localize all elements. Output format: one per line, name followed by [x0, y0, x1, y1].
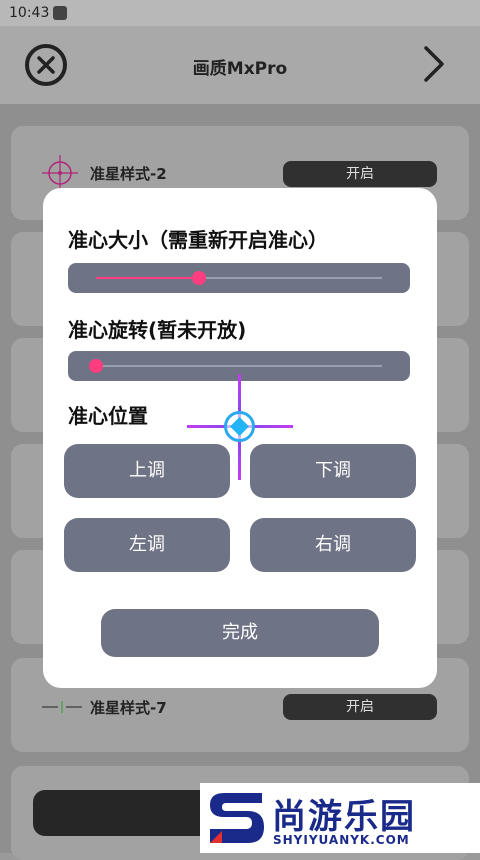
- crosshair-style-icon: [42, 155, 78, 191]
- watermark: 尚游乐园 SHYIYUANYK.COM: [200, 783, 480, 853]
- position-label: 准心位置: [68, 404, 148, 428]
- crosshair-style-icon: [42, 701, 82, 713]
- crosshair-preview-icon: [187, 374, 293, 480]
- slider-track: [96, 365, 382, 367]
- status-bar: 10:43: [0, 0, 480, 26]
- slider-fill: [96, 277, 199, 279]
- watermark-text: 尚游乐园: [272, 797, 416, 837]
- slider-knob[interactable]: [191, 271, 206, 285]
- status-time: 10:43: [9, 5, 50, 21]
- left-button[interactable]: 左调: [64, 518, 230, 572]
- rotate-label: 准心旋转(暂未开放): [68, 318, 247, 342]
- row-label: 准星样式-7: [90, 699, 167, 717]
- watermark-url: SHYIYUANYK.COM: [273, 833, 410, 847]
- slider-knob[interactable]: [89, 359, 103, 373]
- bottom-button[interactable]: [33, 790, 213, 836]
- right-button[interactable]: 右调: [250, 518, 416, 572]
- done-button[interactable]: 完成: [101, 609, 379, 657]
- toggle-button[interactable]: 开启: [283, 161, 437, 187]
- notification-icon: [53, 6, 67, 20]
- row-label: 准星样式-2: [90, 165, 167, 183]
- chevron-right-icon: [424, 46, 444, 82]
- site-logo: [210, 793, 264, 843]
- app-header: 画质MxPro: [0, 26, 480, 104]
- size-slider[interactable]: [68, 263, 410, 293]
- toggle-button[interactable]: 开启: [283, 694, 437, 720]
- next-button[interactable]: [420, 44, 448, 84]
- page-title: 画质MxPro: [192, 59, 288, 79]
- size-label: 准心大小（需重新开启准心）: [68, 228, 328, 252]
